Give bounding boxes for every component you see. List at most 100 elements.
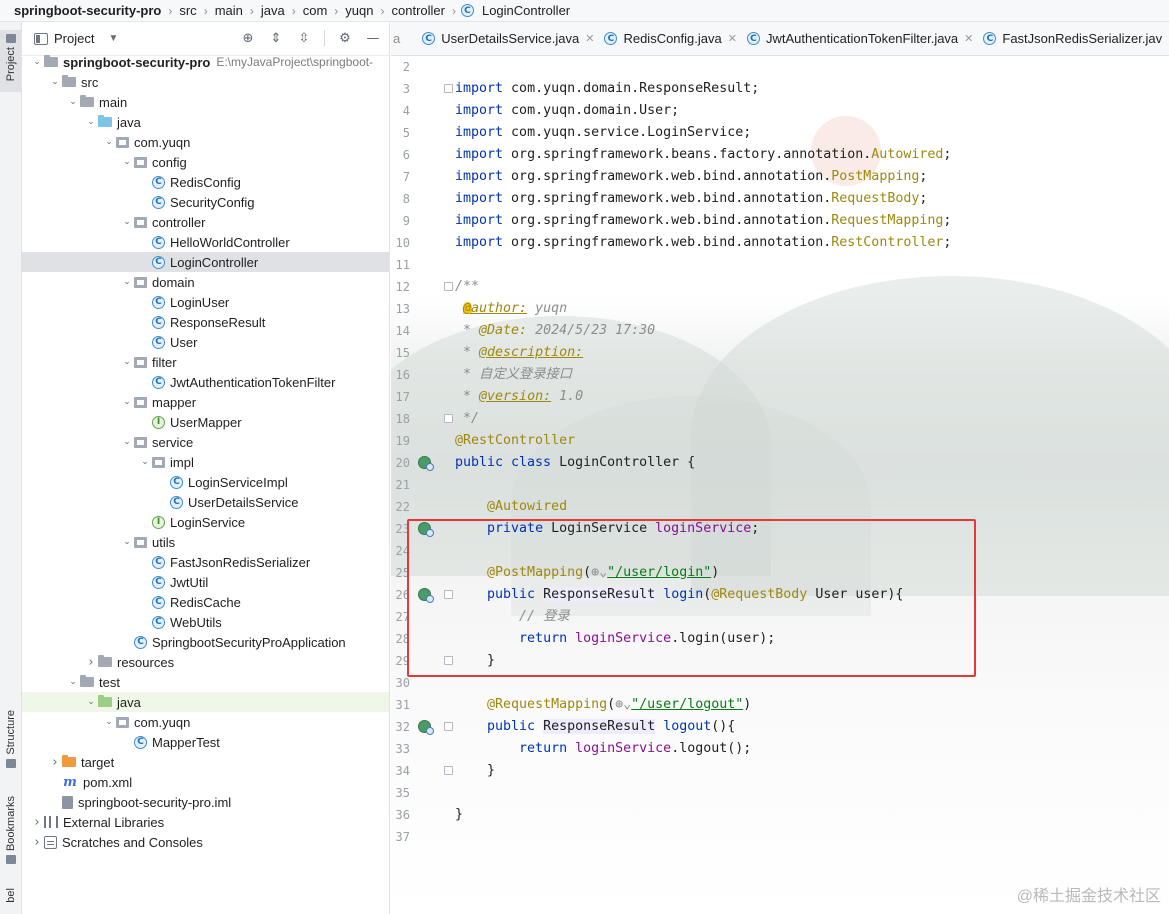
chevron-down-icon[interactable]: ⌄ (120, 537, 134, 547)
code-line[interactable]: 10 import org.springframework.web.bind.an… (391, 232, 1169, 254)
code-line[interactable]: 6 import org.springframework.beans.factor… (391, 144, 1169, 166)
tree-item[interactable]: C ResponseResult (22, 312, 389, 332)
code-line[interactable]: 13 @author: yuqn (391, 298, 1169, 320)
tree-item[interactable]: C User (22, 332, 389, 352)
chevron-down-icon[interactable]: ⌄ (48, 77, 62, 87)
code-line[interactable]: 20 public class LoginController { (391, 452, 1169, 474)
locate-icon[interactable]: ⊕ (240, 30, 256, 46)
breadcrumb-item-controller[interactable]: controller (388, 3, 449, 18)
code-line[interactable]: 5 import com.yuqn.service.LoginService; (391, 122, 1169, 144)
chevron-right-icon[interactable]: › (30, 835, 44, 850)
tree-item[interactable]: ⌄ config (22, 152, 389, 172)
chevron-down-icon[interactable]: ⌄ (120, 437, 134, 447)
chevron-right-icon[interactable]: › (48, 755, 62, 770)
code-line[interactable]: 33 return loginService.logout(); (391, 738, 1169, 760)
tree-item[interactable]: I UserMapper (22, 412, 389, 432)
code-line[interactable]: 36} (391, 804, 1169, 826)
tree-item[interactable]: ⌄ java (22, 692, 389, 712)
tree-item[interactable]: C LoginUser (22, 292, 389, 312)
fold-icon[interactable] (444, 282, 453, 291)
breadcrumb-item-yuqn[interactable]: yuqn (341, 3, 377, 18)
close-icon[interactable]: ✕ (585, 32, 594, 45)
breadcrumb-item-logincontroller[interactable]: LoginController (478, 3, 574, 18)
tree-item[interactable]: ⌄ controller (22, 212, 389, 232)
tree-item[interactable]: › External Libraries (22, 812, 389, 832)
tree-item[interactable]: C SecurityConfig (22, 192, 389, 212)
tree-item[interactable]: C WebUtils (22, 612, 389, 632)
chevron-down-icon[interactable]: ⌄ (102, 137, 116, 147)
code-line[interactable]: 11 (391, 254, 1169, 276)
code-line[interactable]: 2 (391, 56, 1169, 78)
tree-item[interactable]: ⌄ service (22, 432, 389, 452)
tab-fastjsonredisserializer[interactable]: C FastJsonRedisSerializer.jav (983, 22, 1169, 55)
code-line[interactable]: 17 * @version: 1.0 (391, 386, 1169, 408)
code-line[interactable]: 4 import com.yuqn.domain.User; (391, 100, 1169, 122)
tree-item[interactable]: ⌄ com.yuqn (22, 132, 389, 152)
tab-partial[interactable]: a (391, 22, 410, 55)
code-line[interactable]: 16 * 自定义登录接口 (391, 364, 1169, 386)
code-editor[interactable]: 2 3 import com.yuqn.domain.ResponseResult;… (391, 56, 1169, 914)
code-line[interactable]: 9 import org.springframework.web.bind.ann… (391, 210, 1169, 232)
tree-item[interactable]: I LoginService (22, 512, 389, 532)
chevron-right-icon[interactable]: › (84, 655, 98, 670)
code-line[interactable]: 15 * @description: (391, 342, 1169, 364)
chevron-down-icon[interactable]: ⌄ (66, 677, 80, 687)
chevron-down-icon[interactable]: ⌄ (102, 717, 116, 727)
chevron-down-icon[interactable]: ⌄ (120, 217, 134, 227)
tree-item[interactable]: ⌄ test (22, 672, 389, 692)
tree-item[interactable]: ⌄ domain (22, 272, 389, 292)
tree-item[interactable]: C FastJsonRedisSerializer (22, 552, 389, 572)
tree-item[interactable]: ⌄ mapper (22, 392, 389, 412)
bel-tool-button[interactable]: bel (0, 888, 22, 914)
chevron-down-icon[interactable]: ⌄ (84, 117, 98, 127)
tree-item[interactable]: m pom.xml (22, 772, 389, 792)
tree-item[interactable]: C SpringbootSecurityProApplication (22, 632, 389, 652)
chevron-down-icon[interactable]: ⌄ (84, 697, 98, 707)
fold-icon[interactable] (444, 84, 453, 93)
code-line[interactable]: 21 (391, 474, 1169, 496)
code-line[interactable]: 7 import org.springframework.web.bind.ann… (391, 166, 1169, 188)
code-line[interactable]: 8 import org.springframework.web.bind.ann… (391, 188, 1169, 210)
tab-jwtauthenticationtokenfilter[interactable]: C JwtAuthenticationTokenFilter.java ✕ (746, 22, 983, 55)
tree-item[interactable]: C JwtAuthenticationTokenFilter (22, 372, 389, 392)
tree-item[interactable]: ⌄ filter (22, 352, 389, 372)
code-line[interactable]: 12 /** (391, 276, 1169, 298)
chevron-down-icon[interactable]: ⌄ (120, 397, 134, 407)
close-icon[interactable]: ✕ (964, 32, 973, 45)
tree-item[interactable]: C RedisConfig (22, 172, 389, 192)
expand-all-icon[interactable]: ⇕ (268, 30, 284, 46)
chevron-down-icon[interactable]: ⌄ (66, 97, 80, 107)
tab-userdetailsservice[interactable]: C UserDetailsService.java ✕ (422, 22, 604, 55)
bookmarks-tool-button[interactable]: Bookmarks (0, 796, 22, 880)
close-icon[interactable]: ✕ (728, 32, 737, 45)
chevron-down-icon[interactable]: ⌄ (120, 157, 134, 167)
code-line[interactable]: 3 import com.yuqn.domain.ResponseResult; (391, 78, 1169, 100)
code-line[interactable]: 37 (391, 826, 1169, 848)
code-line[interactable]: 35 (391, 782, 1169, 804)
tree-item[interactable]: › resources (22, 652, 389, 672)
tree-item[interactable]: ⌄ springboot-security-pro E:\myJavaProject… (22, 52, 389, 72)
gear-icon[interactable]: ⚙ (337, 30, 353, 46)
bean-gutter-icon[interactable] (418, 456, 434, 471)
code-line[interactable]: 31 @RequestMapping(⊕⌄"/user/logout") (391, 694, 1169, 716)
tree-item[interactable]: ⌄ main (22, 92, 389, 112)
code-line[interactable]: 22 @Autowired (391, 496, 1169, 518)
fold-icon[interactable] (444, 722, 453, 731)
tree-item[interactable]: springboot-security-pro.iml (22, 792, 389, 812)
chevron-right-icon[interactable]: › (30, 815, 44, 830)
tree-item[interactable]: C MapperTest (22, 732, 389, 752)
tree-item[interactable]: C UserDetailsService (22, 492, 389, 512)
code-line[interactable]: 19 @RestController (391, 430, 1169, 452)
chevron-down-icon[interactable]: ⌄ (120, 277, 134, 287)
breadcrumb-item-src[interactable]: src (175, 3, 200, 18)
tree-item[interactable]: ⌄ com.yuqn (22, 712, 389, 732)
chevron-down-icon[interactable]: ⌄ (30, 57, 44, 67)
tree-item[interactable]: C JwtUtil (22, 572, 389, 592)
tab-redisconfig[interactable]: C RedisConfig.java ✕ (604, 22, 747, 55)
collapse-all-icon[interactable]: ⇳ (296, 30, 312, 46)
tree-item[interactable]: C LoginServiceImpl (22, 472, 389, 492)
code-line[interactable]: 32 public ResponseResult logout(){ (391, 716, 1169, 738)
tree-item[interactable]: C HelloWorldController (22, 232, 389, 252)
breadcrumb-item-main[interactable]: main (211, 3, 247, 18)
breadcrumb-item-com[interactable]: com (299, 3, 332, 18)
